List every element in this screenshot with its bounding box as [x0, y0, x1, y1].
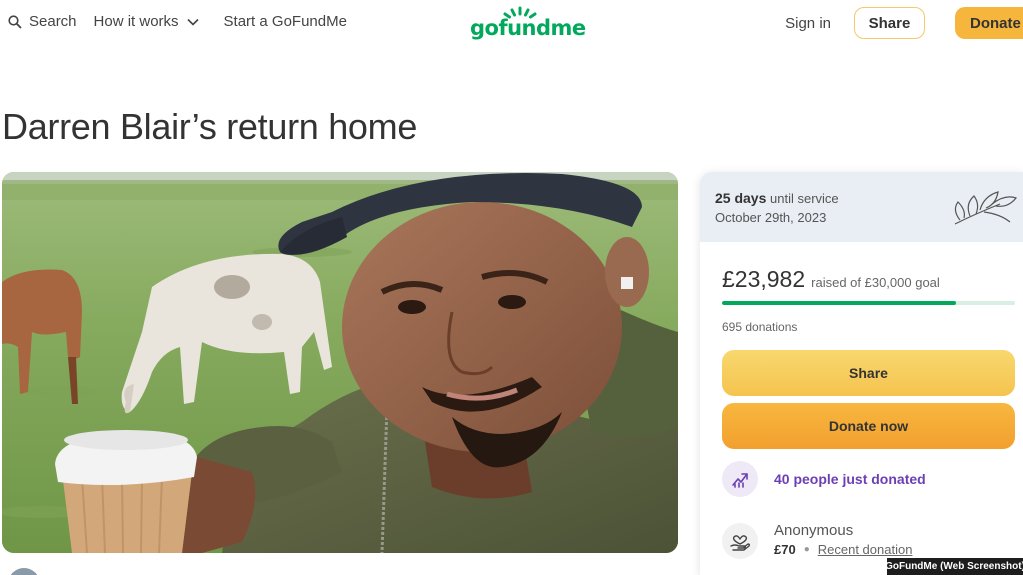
chevron-down-icon: [186, 18, 199, 26]
campaign-photo[interactable]: [2, 172, 678, 553]
service-date: October 29th, 2023: [715, 210, 827, 225]
start-gofundme-label: Start a GoFundMe: [223, 13, 347, 30]
donate-now-button[interactable]: Donate now: [722, 403, 1015, 449]
service-banner: 25 days until service October 29th, 2023: [700, 172, 1023, 242]
nav-right: Sign in Share Donate: [785, 7, 1023, 39]
progress-bar: [722, 301, 1015, 305]
recent-activity[interactable]: 40 people just donated: [722, 461, 926, 497]
flower-icon: [954, 191, 1017, 225]
donor-details: Anonymous £70 ● Recent donation: [774, 522, 912, 557]
separator-dot: ●: [803, 544, 810, 555]
activity-icon-wrap: [722, 461, 758, 497]
until-service-label: until service: [770, 191, 839, 206]
donor-amount: £70: [774, 542, 796, 557]
how-it-works-label: How it works: [93, 13, 179, 30]
nav-left: Search How it works Start a GoFundMe: [8, 13, 347, 30]
donations-count: 695 donations: [722, 320, 798, 334]
heart-hand-icon: [730, 535, 751, 551]
recent-donor: Anonymous £70 ● Recent donation: [722, 522, 912, 559]
amount-raised: £23,982: [722, 266, 806, 292]
gofundme-logo[interactable]: gofundme: [470, 6, 586, 42]
activity-text: 40 people just donated: [774, 471, 926, 487]
trending-up-icon: [732, 473, 748, 488]
how-it-works-menu[interactable]: How it works: [94, 13, 199, 30]
page-title: Darren Blair’s return home: [2, 106, 418, 147]
donation-card: 25 days until service October 29th, 2023…: [700, 172, 1023, 575]
avatar: [8, 568, 40, 575]
start-gofundme-link[interactable]: Start a GoFundMe: [224, 13, 347, 30]
donor-meta: £70 ● Recent donation: [774, 542, 912, 557]
search-button[interactable]: Search: [8, 13, 77, 30]
goal-text: raised of £30,000 goal: [811, 275, 940, 290]
raised-summary: £23,982 raised of £30,000 goal: [722, 266, 940, 293]
share-button[interactable]: Share: [722, 350, 1015, 396]
recent-donation-link[interactable]: Recent donation: [818, 542, 913, 557]
donor-icon-wrap: [722, 523, 758, 559]
search-icon: [8, 14, 22, 28]
logo-text: gofundme: [470, 16, 586, 40]
search-label: Search: [29, 13, 77, 30]
header-donate-button[interactable]: Donate: [955, 7, 1023, 39]
progress-fill: [722, 301, 957, 305]
days-count: 25 days: [715, 190, 767, 206]
header-share-button[interactable]: Share: [854, 7, 925, 39]
sign-in-link[interactable]: Sign in: [785, 15, 831, 32]
site-header: Search How it works Start a GoFundMe gof…: [0, 0, 1023, 48]
donor-name: Anonymous: [774, 522, 854, 539]
screenshot-watermark: GoFundMe (Web Screenshot): [885, 558, 1023, 575]
days-until-service: 25 days until service: [715, 190, 839, 206]
